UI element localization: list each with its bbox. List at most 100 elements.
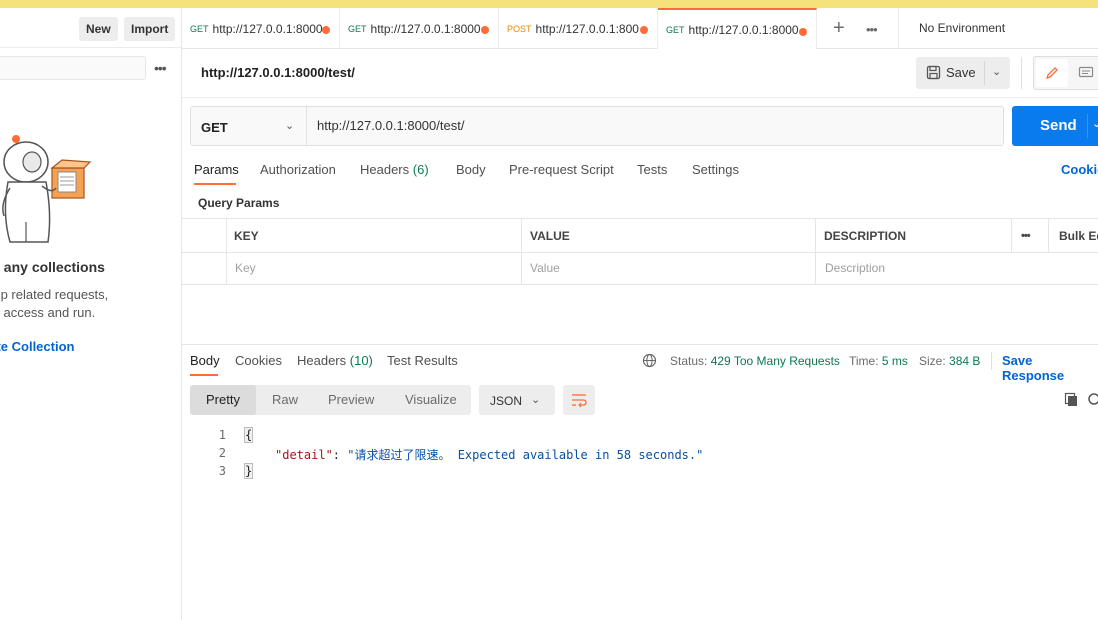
new-button[interactable]: New: [79, 17, 118, 41]
json-open-brace: {: [243, 427, 254, 443]
response-tab-test-results[interactable]: Test Results: [387, 353, 458, 368]
value-input[interactable]: Value: [530, 261, 560, 275]
view-raw-button[interactable]: Raw: [272, 385, 298, 415]
tab-request-1[interactable]: GET http://127.0.0.1:8000: [182, 8, 340, 49]
headers-count: (6): [412, 162, 429, 177]
tab-params[interactable]: Params: [194, 162, 239, 177]
active-tab-indicator: [194, 183, 236, 185]
column-divider: [1011, 219, 1012, 252]
bulk-edit-button[interactable]: Bulk Ed: [1059, 229, 1098, 243]
wrap-lines-button[interactable]: [563, 385, 595, 415]
tab-url: http://127.0.0.1:8000: [688, 22, 799, 37]
comment-icon[interactable]: [1078, 66, 1094, 80]
send-button[interactable]: Send ⌄: [1012, 106, 1098, 146]
empty-collections-description: you group related requests, easier to ac…: [0, 286, 181, 322]
column-divider: [521, 219, 522, 285]
pane-divider[interactable]: [182, 344, 1098, 345]
method-selector[interactable]: GET ⌄: [191, 107, 307, 145]
tab-request-2[interactable]: GET http://127.0.0.1:8000: [340, 8, 499, 49]
json-line-detail: "detail": "请求超过了限速。 Expected available i…: [275, 446, 703, 463]
edit-mode-button[interactable]: [1036, 59, 1068, 87]
tab-method: GET: [666, 24, 685, 35]
response-tab-body[interactable]: Body: [190, 353, 220, 368]
table-options-icon[interactable]: •••: [1021, 230, 1031, 242]
chevron-down-icon[interactable]: ⌄: [992, 65, 1001, 78]
response-headers-label: Headers: [297, 353, 347, 368]
format-selector[interactable]: JSON ⌄: [479, 385, 555, 415]
environment-selector[interactable]: No Environment: [898, 8, 1005, 49]
save-button[interactable]: Save ⌄: [916, 57, 1010, 89]
view-pretty-button[interactable]: Pretty: [190, 385, 256, 415]
unsaved-dot-icon: [799, 28, 807, 36]
chevron-down-icon: ⌄: [531, 394, 541, 406]
line-number: 1: [218, 428, 226, 442]
tab-settings[interactable]: Settings: [692, 162, 739, 177]
response-view-selector: Pretty Raw Preview Visualize: [190, 385, 471, 415]
tab-method: GET: [190, 23, 209, 34]
key-input[interactable]: Key: [235, 261, 256, 275]
status-value[interactable]: 429 Too Many Requests: [711, 354, 840, 368]
send-divider: [1087, 114, 1088, 138]
create-collection-link[interactable]: eate Collection: [0, 339, 74, 354]
column-header-description: DESCRIPTION: [824, 229, 907, 243]
tab-pre-request-script[interactable]: Pre-request Script: [509, 162, 614, 177]
tab-url: http://127.0.0.1:800: [535, 21, 639, 36]
chevron-down-icon: ⌄: [285, 120, 295, 132]
json-value: "请求超过了限速。 Expected available in 58 secon…: [347, 448, 704, 462]
active-tab-indicator: [190, 374, 218, 376]
format-label: JSON: [490, 394, 523, 408]
url-bar: GET ⌄ http://127.0.0.1:8000/test/: [190, 106, 1004, 146]
empty-desc-line-2: easier to access and run.: [0, 305, 96, 320]
send-label: Send: [1040, 117, 1077, 134]
column-divider: [1048, 219, 1049, 252]
time-value[interactable]: 5 ms: [882, 354, 908, 368]
tab-request-4-active[interactable]: GET http://127.0.0.1:8000: [658, 8, 817, 49]
size-label: Size:: [919, 354, 946, 368]
tab-headers[interactable]: Headers (6): [360, 162, 429, 177]
column-header-key: KEY: [234, 229, 259, 243]
view-preview-button[interactable]: Preview: [328, 385, 374, 415]
globe-icon[interactable]: [642, 353, 657, 368]
request-title[interactable]: http://127.0.0.1:8000/test/: [201, 65, 355, 80]
mode-toggle-group: [1033, 56, 1098, 90]
tab-tests[interactable]: Tests: [637, 162, 667, 177]
new-tab-plus-icon[interactable]: +: [833, 18, 845, 38]
tab-url: http://127.0.0.1:8000: [212, 21, 323, 36]
row-divider: [182, 252, 1098, 253]
view-visualize-button[interactable]: Visualize: [405, 385, 457, 415]
tab-method: POST: [507, 23, 532, 34]
size-value[interactable]: 384 B: [949, 354, 980, 368]
json-key: "detail": [275, 448, 333, 462]
column-divider: [226, 219, 227, 285]
chevron-down-icon[interactable]: ⌄: [1092, 117, 1098, 130]
params-table: KEY VALUE DESCRIPTION ••• Bulk Ed Key Va…: [182, 218, 1098, 285]
response-tab-cookies[interactable]: Cookies: [235, 353, 282, 368]
wrap-icon: [572, 394, 587, 408]
search-icon[interactable]: [1087, 392, 1098, 407]
divider: [182, 97, 1098, 98]
description-input[interactable]: Description: [825, 261, 885, 275]
unsaved-dot-icon: [481, 26, 489, 34]
response-headers-count: (10): [349, 353, 373, 368]
response-time: Time: 5 ms: [849, 354, 908, 368]
collections-search-input[interactable]: [0, 56, 146, 80]
more-options-icon[interactable]: •••: [154, 61, 167, 75]
method-label: GET: [201, 120, 228, 135]
tab-method: GET: [348, 23, 367, 34]
cookies-link[interactable]: Cookie: [1061, 162, 1098, 177]
copy-icon[interactable]: [1064, 392, 1079, 407]
line-number: 3: [218, 464, 226, 478]
url-input[interactable]: http://127.0.0.1:8000/test/: [317, 118, 464, 133]
import-button[interactable]: Import: [124, 17, 176, 41]
line-number: 2: [218, 446, 226, 460]
tab-overflow-icon[interactable]: •••: [866, 22, 878, 37]
divider: [1021, 57, 1022, 89]
save-response-button[interactable]: Save Response: [1002, 353, 1098, 383]
tab-body[interactable]: Body: [456, 162, 486, 177]
response-tab-headers[interactable]: Headers (10): [297, 353, 373, 368]
tab-request-3[interactable]: POST http://127.0.0.1:800: [499, 8, 658, 49]
time-label: Time:: [849, 354, 879, 368]
empty-desc-line-1: you group related requests,: [0, 287, 109, 302]
unsaved-dot-icon: [322, 26, 330, 34]
tab-authorization[interactable]: Authorization: [260, 162, 336, 177]
